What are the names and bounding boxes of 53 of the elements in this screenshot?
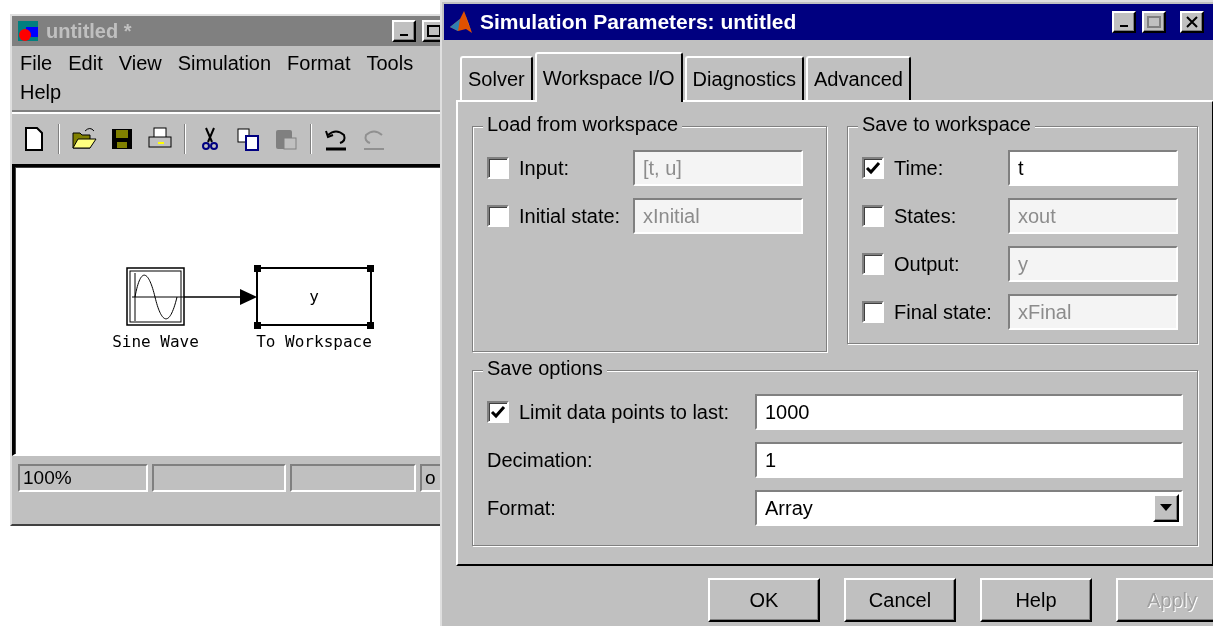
variable-name: y (309, 287, 319, 306)
group-title: Load from workspace (483, 113, 683, 136)
menu-item[interactable]: File (20, 52, 53, 75)
close-button[interactable] (1180, 11, 1204, 33)
menu-item[interactable]: Simulation (177, 52, 272, 75)
tab[interactable]: Workspace I/O (534, 52, 683, 102)
menu-item[interactable]: Tools (366, 52, 414, 75)
tab[interactable]: Solver (460, 56, 533, 100)
sine-wave-block[interactable] (126, 267, 185, 326)
group-title: Save to workspace (858, 113, 1035, 136)
input-field[interactable]: 1000 (755, 394, 1183, 430)
field-label: Limit data points to last: (519, 400, 731, 424)
checkbox[interactable] (862, 157, 884, 179)
checkbox[interactable] (487, 401, 509, 423)
field-label: States: (894, 204, 958, 228)
copy-icon[interactable] (234, 125, 262, 153)
menu-item[interactable]: Help (20, 81, 62, 104)
menu-item[interactable]: Edit (68, 52, 103, 75)
menu-item[interactable]: Format (287, 52, 351, 75)
tab[interactable]: Diagnostics (684, 56, 804, 100)
tab[interactable]: Advanced (806, 56, 911, 100)
block-label: Sine Wave (112, 332, 199, 351)
dialog-button[interactable]: OK (708, 578, 820, 622)
field-label: Decimation: (487, 448, 594, 472)
minimize-button[interactable] (392, 20, 416, 42)
status-cell: 100% (18, 464, 148, 492)
maximize-icon (427, 25, 441, 37)
to-workspace-block[interactable] (254, 265, 374, 329)
minimize-button[interactable] (1112, 11, 1136, 33)
field-label: Initial state: (519, 204, 622, 228)
menu-item[interactable]: View (118, 52, 162, 75)
input-field[interactable]: t (1008, 150, 1178, 186)
window-title: untitled * (46, 19, 133, 43)
app-icon (448, 9, 474, 35)
field-label: Time: (894, 156, 945, 180)
format-dropdown[interactable]: Array (755, 490, 1183, 526)
field-label: Input: (519, 156, 571, 180)
field-label: Output: (894, 252, 961, 276)
maximize-icon (1147, 16, 1161, 28)
block-label: To Workspace (256, 332, 372, 351)
maximize-button[interactable] (1142, 11, 1166, 33)
window-title: Simulation Parameters: untitled (480, 10, 798, 34)
dialog-button[interactable]: Cancel (844, 578, 956, 622)
field-label: Format: (487, 496, 557, 520)
dropdown-arrow-icon (1160, 504, 1172, 512)
minimize-icon (400, 34, 408, 36)
minimize-icon (1120, 25, 1128, 27)
app-icon (16, 19, 40, 43)
close-icon (1185, 16, 1199, 28)
input-field[interactable]: 1 (755, 442, 1183, 478)
field-label: Final state: (894, 300, 993, 324)
group-title: Save options (483, 357, 607, 380)
dialog-button[interactable]: Help (980, 578, 1092, 622)
